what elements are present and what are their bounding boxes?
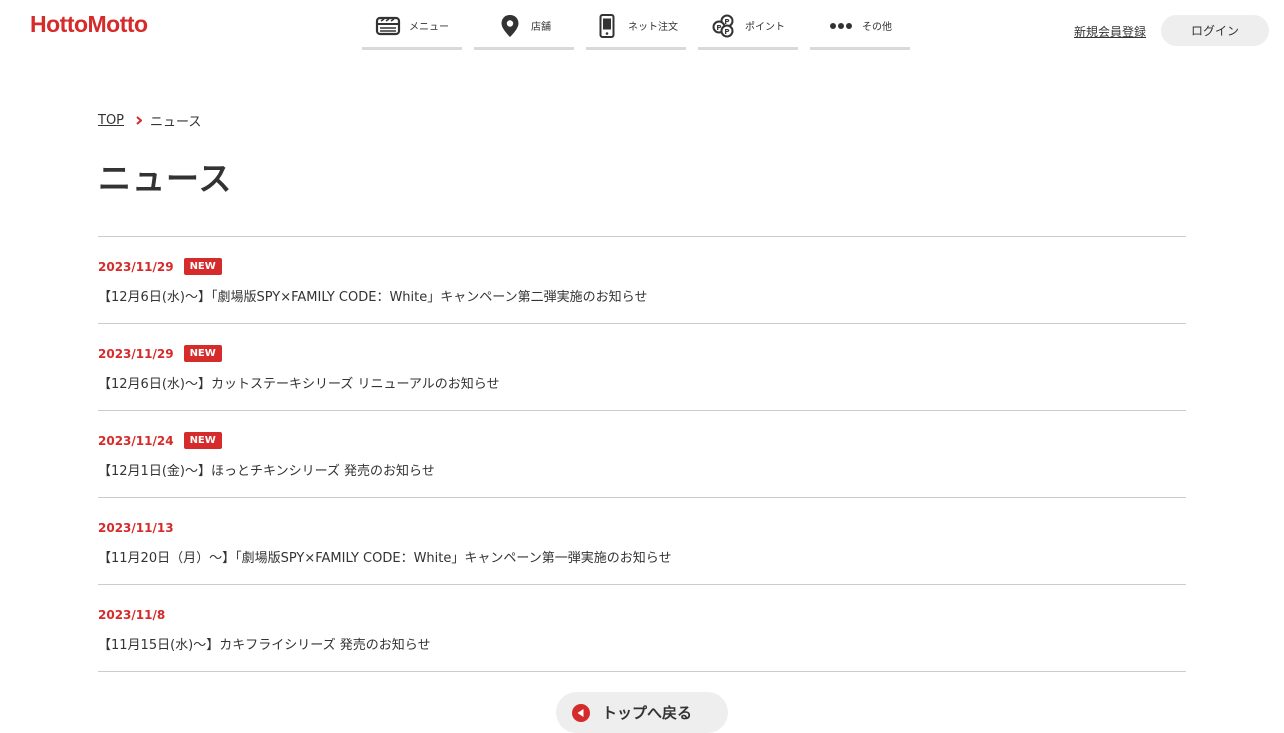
news-date: 2023/11/29 <box>98 259 174 274</box>
back-arrow-icon <box>572 703 590 722</box>
nav-item-other[interactable]: その他 <box>810 8 910 50</box>
news-item[interactable]: 2023/11/8 【11月15日(水)〜】カキフライシリーズ 発売のお知らせ <box>98 585 1186 672</box>
news-item[interactable]: 2023/11/24 NEW 【12月1日(金)〜】ほっとチキンシリーズ 発売の… <box>98 411 1186 498</box>
news-item[interactable]: 2023/11/29 NEW 【12月6日(水)〜】「劇場版SPY×FAMILY… <box>98 237 1186 324</box>
page-title: ニュース <box>98 159 233 198</box>
news-meta: 2023/11/29 NEW <box>98 258 1186 275</box>
news-title: 【12月1日(金)〜】ほっとチキンシリーズ 発売のお知らせ <box>98 464 435 479</box>
nav-item-menu[interactable]: メニュー <box>362 8 462 50</box>
breadcrumb: TOP ニュース <box>98 111 201 130</box>
svg-text:P: P <box>724 18 729 26</box>
news-item[interactable]: 2023/11/29 NEW 【12月6日(水)〜】カットステーキシリーズ リニ… <box>98 324 1186 411</box>
new-badge: NEW <box>183 345 222 362</box>
breadcrumb-top-link[interactable]: TOP <box>98 113 124 128</box>
news-title: 【11月20日（月）〜】「劇場版SPY×FAMILY CODE：White」キャ… <box>98 551 672 566</box>
news-meta: 2023/11/29 NEW <box>98 345 1186 362</box>
svg-text:P: P <box>716 24 721 32</box>
bento-icon <box>375 13 401 39</box>
coins-icon: P P P <box>711 13 737 39</box>
nav-label: その他 <box>862 22 892 33</box>
smartphone-icon <box>594 13 620 39</box>
back-to-top-label: トップへ戻る <box>602 704 693 722</box>
signup-link[interactable]: 新規会員登録 <box>1074 23 1146 40</box>
breadcrumb-current: ニュース <box>150 115 202 130</box>
news-date: 2023/11/29 <box>98 346 174 361</box>
login-button[interactable]: ログイン <box>1161 15 1269 46</box>
news-meta: 2023/11/13 <box>98 519 1186 536</box>
nav-item-store[interactable]: 店舗 <box>474 8 574 50</box>
news-date: 2023/11/8 <box>98 607 166 622</box>
new-badge: NEW <box>183 432 222 449</box>
chevron-right-icon <box>136 116 143 125</box>
site-header: HottoMotto メニュー 店舗 ネット注文 P P P ポイント その他 … <box>0 0 1284 60</box>
map-pin-icon <box>497 13 523 39</box>
news-list: 2023/11/29 NEW 【12月6日(水)〜】「劇場版SPY×FAMILY… <box>98 236 1186 672</box>
news-item[interactable]: 2023/11/13 【11月20日（月）〜】「劇場版SPY×FAMILY CO… <box>98 498 1186 585</box>
nav-label: 店舗 <box>531 22 551 33</box>
nav-item-net-order[interactable]: ネット注文 <box>586 8 686 50</box>
more-dots-icon <box>828 13 854 39</box>
back-to-top-button[interactable]: トップへ戻る <box>556 692 728 733</box>
new-badge: NEW <box>183 258 222 275</box>
nav-item-point[interactable]: P P P ポイント <box>698 8 798 50</box>
news-date: 2023/11/13 <box>98 520 174 535</box>
nav-label: メニュー <box>409 22 449 33</box>
news-title: 【11月15日(水)〜】カキフライシリーズ 発売のお知らせ <box>98 638 431 653</box>
news-meta: 2023/11/8 <box>98 606 1186 623</box>
news-title: 【12月6日(水)〜】「劇場版SPY×FAMILY CODE：White」キャン… <box>98 290 648 305</box>
svg-text:P: P <box>724 28 729 36</box>
news-title: 【12月6日(水)〜】カットステーキシリーズ リニューアルのお知らせ <box>98 377 500 392</box>
hottomotto-logo[interactable]: HottoMotto <box>30 11 148 38</box>
global-nav: メニュー 店舗 ネット注文 P P P ポイント その他 <box>362 8 910 50</box>
news-meta: 2023/11/24 NEW <box>98 432 1186 449</box>
nav-label: ポイント <box>745 22 785 33</box>
nav-label: ネット注文 <box>628 22 678 33</box>
news-date: 2023/11/24 <box>98 433 174 448</box>
